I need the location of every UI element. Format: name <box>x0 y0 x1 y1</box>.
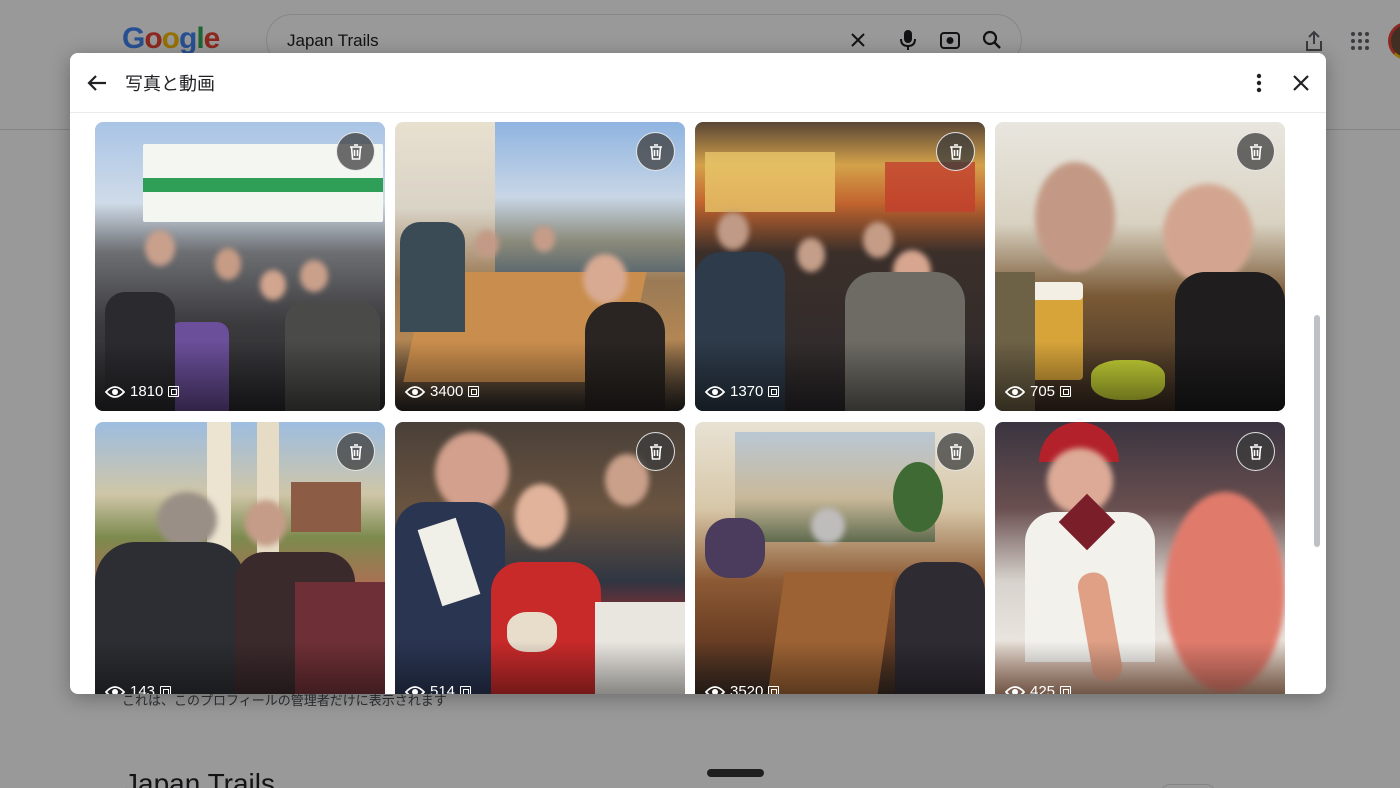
panorama-icon <box>1060 686 1072 694</box>
trash-icon <box>349 143 362 160</box>
panorama-icon <box>768 386 780 397</box>
home-indicator[interactable] <box>707 769 764 777</box>
scrollbar-thumb[interactable] <box>1314 315 1320 547</box>
view-count-value: 143 <box>130 683 156 694</box>
eye-icon <box>1005 685 1025 694</box>
view-count-value: 705 <box>1030 383 1056 400</box>
back-button[interactable] <box>82 68 112 98</box>
trash-icon <box>949 143 962 160</box>
trash-icon <box>349 443 362 460</box>
tile-shade <box>395 341 685 411</box>
view-count: 3400 <box>405 383 480 400</box>
delete-photo-button[interactable] <box>336 132 375 171</box>
arrow-left-icon <box>87 75 106 91</box>
view-count: 3520 <box>705 683 780 694</box>
photo-tile[interactable]: 3520 <box>695 422 985 694</box>
trash-icon <box>1249 143 1262 160</box>
photo-tile[interactable]: 3400 <box>395 122 685 411</box>
trash-icon <box>649 143 662 160</box>
trash-icon <box>1249 443 1262 460</box>
view-count-value: 1810 <box>130 383 164 400</box>
panorama-icon <box>468 386 480 397</box>
tile-shade <box>95 341 385 411</box>
delete-photo-button[interactable] <box>1236 132 1275 171</box>
view-count-value: 3400 <box>430 383 464 400</box>
delete-photo-button[interactable] <box>336 432 375 471</box>
photo-tile[interactable]: 143 <box>95 422 385 694</box>
delete-photo-button[interactable] <box>636 132 675 171</box>
photo-tile[interactable]: 514 <box>395 422 685 694</box>
eye-icon <box>705 385 725 398</box>
view-count: 1810 <box>105 383 180 400</box>
view-count-value: 425 <box>1030 683 1056 694</box>
eye-icon <box>405 685 425 694</box>
photo-tile[interactable]: 425 <box>995 422 1285 694</box>
photo-tile[interactable]: 1810 <box>95 122 385 411</box>
close-button[interactable] <box>1286 68 1316 98</box>
trash-icon <box>649 443 662 460</box>
delete-photo-button[interactable] <box>1236 432 1275 471</box>
view-count-value: 514 <box>430 683 456 694</box>
view-count: 1370 <box>705 383 780 400</box>
view-count: 514 <box>405 683 472 694</box>
panorama-icon <box>160 686 172 694</box>
eye-icon <box>105 385 125 398</box>
tile-shade <box>695 341 985 411</box>
view-count: 425 <box>1005 683 1072 694</box>
panorama-icon <box>768 686 780 694</box>
eye-icon <box>405 385 425 398</box>
trash-icon <box>949 443 962 460</box>
delete-photo-button[interactable] <box>936 432 975 471</box>
view-count-value: 1370 <box>730 383 764 400</box>
more-vert-icon <box>1256 73 1262 93</box>
eye-icon <box>1005 385 1025 398</box>
close-icon <box>1293 75 1309 91</box>
panorama-icon <box>1060 386 1072 397</box>
photo-tile[interactable]: 1370 <box>695 122 985 411</box>
more-options-button[interactable] <box>1244 68 1274 98</box>
panorama-icon <box>168 386 180 397</box>
eye-icon <box>105 685 125 694</box>
delete-photo-button[interactable] <box>936 132 975 171</box>
eye-icon <box>705 685 725 694</box>
view-count-value: 3520 <box>730 683 764 694</box>
panorama-icon <box>460 686 472 694</box>
photos-videos-dialog: 写真と動画 1810 3400 1370 705 143 514 3520 42… <box>70 53 1326 694</box>
tile-shade <box>995 341 1285 411</box>
delete-photo-button[interactable] <box>636 432 675 471</box>
photo-tile[interactable]: 705 <box>995 122 1285 411</box>
dialog-header: 写真と動画 <box>70 53 1326 113</box>
view-count: 143 <box>105 683 172 694</box>
dialog-title: 写真と動画 <box>125 74 215 95</box>
view-count: 705 <box>1005 383 1072 400</box>
dialog-scrollbar[interactable] <box>1312 115 1322 693</box>
